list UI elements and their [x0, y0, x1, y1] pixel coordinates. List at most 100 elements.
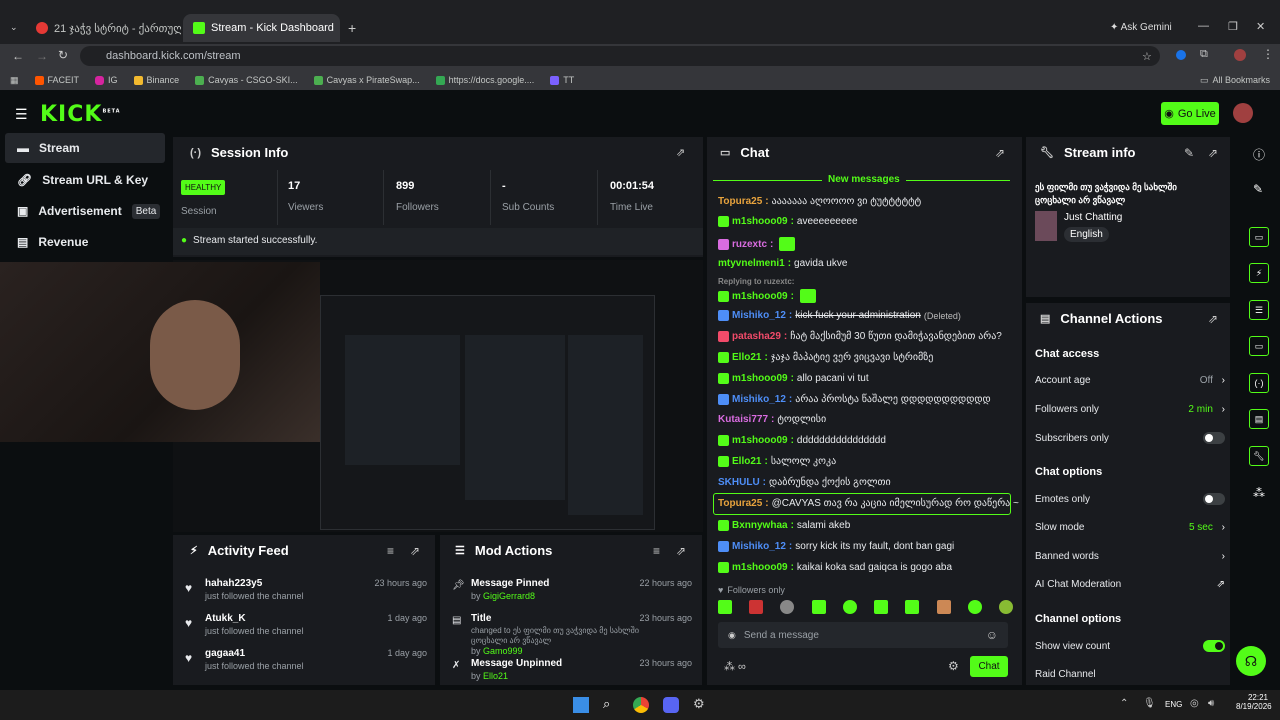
chrome-icon[interactable] — [633, 697, 649, 713]
chat-input[interactable]: ◉ Send a message ☺ — [718, 622, 1008, 648]
new-tab-icon[interactable]: + — [348, 20, 356, 36]
rail-video-icon[interactable]: ▭ — [1249, 227, 1269, 247]
emote-icon[interactable] — [936, 600, 951, 614]
volume-icon[interactable]: 🔊︎ — [1208, 698, 1214, 709]
kick-logo[interactable]: KICKBETA — [40, 102, 121, 127]
popout-icon[interactable]: ⇗ — [676, 544, 686, 558]
slow-mode-row[interactable]: Slow mode 5 sec › — [1035, 522, 1225, 533]
bookmark-binance[interactable]: Binance — [133, 75, 179, 85]
mod-user[interactable]: Ello21 — [483, 671, 508, 681]
back-icon[interactable]: ← — [12, 49, 24, 63]
ask-gemini-button[interactable]: ✦ Ask Gemini — [1110, 22, 1172, 33]
tray-chevron-icon[interactable]: ⌃ — [1120, 698, 1128, 709]
raid-channel-row[interactable]: Raid Channel — [1035, 669, 1225, 680]
bookmark-faceit[interactable]: FACEIT — [34, 75, 79, 85]
chat-username[interactable]: patasha29 — [732, 331, 781, 342]
go-live-button[interactable]: ◉ Go Live — [1161, 102, 1219, 125]
search-icon[interactable]: ⌕ — [603, 696, 610, 712]
rail-more-icon[interactable]: ⁂ — [1253, 486, 1265, 500]
emote-icon[interactable] — [780, 600, 795, 614]
reload-icon[interactable]: ↻ — [58, 48, 68, 62]
edit-pencil-icon[interactable]: ✎ — [1184, 146, 1194, 160]
close-window-icon[interactable]: ✕ — [1256, 20, 1265, 33]
discord-icon[interactable] — [663, 697, 679, 713]
bookmark-ig[interactable]: IG — [95, 75, 118, 85]
chat-username[interactable]: m1shooo09 — [732, 435, 788, 446]
settings-icon[interactable]: ⚙ — [693, 696, 705, 712]
popout-icon[interactable]: ⇗ — [676, 146, 685, 159]
emotes-only-toggle[interactable] — [1203, 493, 1225, 505]
popout-icon[interactable]: ⇗ — [995, 146, 1005, 160]
chat-username[interactable]: Ello21 — [732, 352, 761, 363]
chat-username[interactable]: m1shooo09 — [732, 291, 788, 302]
rail-broadcast-icon[interactable]: (·) — [1249, 373, 1269, 393]
edit-pencil-icon[interactable]: ✎ — [1253, 182, 1263, 196]
emote-icon[interactable] — [811, 600, 826, 614]
chat-username[interactable]: mtyvnelmeni1 — [718, 258, 785, 269]
browser-tab-1[interactable]: 21 ჯაჭვ სტრიტ - ქართულ... ✕ — [26, 14, 181, 42]
bookmark-tt[interactable]: TT — [550, 75, 574, 85]
sidebar-item-advertisement[interactable]: ▣ Advertisement Beta — [5, 196, 165, 226]
url-bar[interactable]: dashboard.kick.com/stream ☆ — [80, 46, 1160, 66]
show-view-count-toggle[interactable] — [1203, 640, 1225, 652]
rail-bolt-icon[interactable]: ⚡︎ — [1249, 263, 1269, 283]
extension-icon[interactable] — [1176, 50, 1186, 60]
chat-mode-icon[interactable]: ◉ — [728, 630, 736, 641]
followers-only-row[interactable]: Followers only 2 min › — [1035, 404, 1225, 415]
bookmark-docs[interactable]: https://docs.google.... — [435, 75, 534, 85]
bookmark-cavyas-csgo[interactable]: Cavyas - CSGO-SKI... — [195, 75, 298, 85]
emoji-icon[interactable]: ☺ — [986, 628, 998, 642]
filter-icon[interactable]: ≡ — [653, 544, 660, 558]
settings-gear-icon[interactable]: ⚙ — [948, 659, 959, 673]
chat-username[interactable]: m1shooo09 — [732, 373, 788, 384]
clock[interactable]: 22:21 8/19/2026 — [1236, 693, 1272, 711]
send-chat-button[interactable]: Chat — [970, 656, 1008, 677]
ai-moderation-row[interactable]: AI Chat Moderation ⇗ — [1035, 579, 1225, 590]
chat-username[interactable]: Mishiko_12 — [732, 310, 786, 321]
apps-grid-icon[interactable]: ▦ — [10, 75, 19, 86]
sidebar-item-revenue[interactable]: ▤ Revenue — [5, 227, 165, 257]
mod-user[interactable]: Gamo999 — [483, 646, 523, 656]
chat-username[interactable]: Mishiko_12 — [732, 541, 786, 552]
chat-username[interactable]: m1shooo09 — [732, 562, 788, 573]
browser-tab-2[interactable]: Stream - Kick Dashboard ✕ — [183, 14, 340, 42]
all-bookmarks-button[interactable]: ▭ All Bookmarks — [1200, 75, 1270, 86]
popout-icon[interactable]: ⇗ — [410, 544, 420, 558]
chat-username[interactable]: Ello21 — [732, 456, 761, 467]
popout-icon[interactable]: ⇗ — [1208, 146, 1218, 160]
chat-username[interactable]: SKHULU — [718, 477, 760, 488]
emote-icon[interactable] — [749, 600, 764, 614]
extensions-puzzle-icon[interactable]: ⧉ — [1200, 48, 1208, 61]
emote-icon[interactable] — [842, 600, 857, 614]
mod-user[interactable]: GigiGerrard8 — [483, 591, 535, 601]
minimize-icon[interactable]: — — [1198, 20, 1209, 32]
popout-icon[interactable]: ⇗ — [1208, 312, 1218, 326]
chat-username[interactable]: ruzextc — [732, 239, 767, 250]
info-icon[interactable]: ⓘ — [1253, 146, 1265, 163]
sidebar-item-stream[interactable]: ▬ Stream — [5, 133, 165, 163]
emote-icon[interactable] — [874, 600, 889, 614]
star-icon[interactable]: ☆ — [1142, 50, 1152, 63]
maximize-icon[interactable]: ❐ — [1228, 20, 1238, 33]
chat-username[interactable]: Mishiko_12 — [732, 394, 786, 405]
windows-start-icon[interactable] — [573, 697, 589, 713]
chat-username[interactable]: Topura25 — [718, 196, 762, 207]
rail-list-icon[interactable]: ☰ — [1249, 300, 1269, 320]
chat-username[interactable]: Kutaisi777 — [718, 414, 768, 425]
banned-words-row[interactable]: Banned words › — [1035, 551, 1225, 562]
support-headset-icon[interactable]: ☊ — [1236, 646, 1266, 676]
bookmark-cavyas-pirate[interactable]: Cavyas x PirateSwap... — [313, 75, 420, 85]
chat-username[interactable]: Replying to ruzextc: — [718, 277, 794, 286]
emote-icon[interactable] — [998, 600, 1013, 614]
network-icon[interactable]: ◎ — [1190, 698, 1199, 709]
hamburger-menu-icon[interactable]: ☰ — [15, 106, 28, 123]
language-indicator[interactable]: ENG — [1165, 700, 1182, 709]
rail-chat-icon[interactable]: ▭ — [1249, 336, 1269, 356]
menu-dots-icon[interactable]: ⋮ — [1262, 47, 1274, 61]
emote-icon[interactable] — [905, 600, 920, 614]
chat-username[interactable]: m1shooo09 — [732, 216, 788, 227]
emote-icon[interactable] — [967, 600, 982, 614]
points-icon[interactable]: ⁂ ∞ — [724, 660, 746, 673]
account-age-row[interactable]: Account age Off › — [1035, 375, 1225, 386]
filter-icon[interactable]: ≡ — [387, 544, 394, 558]
